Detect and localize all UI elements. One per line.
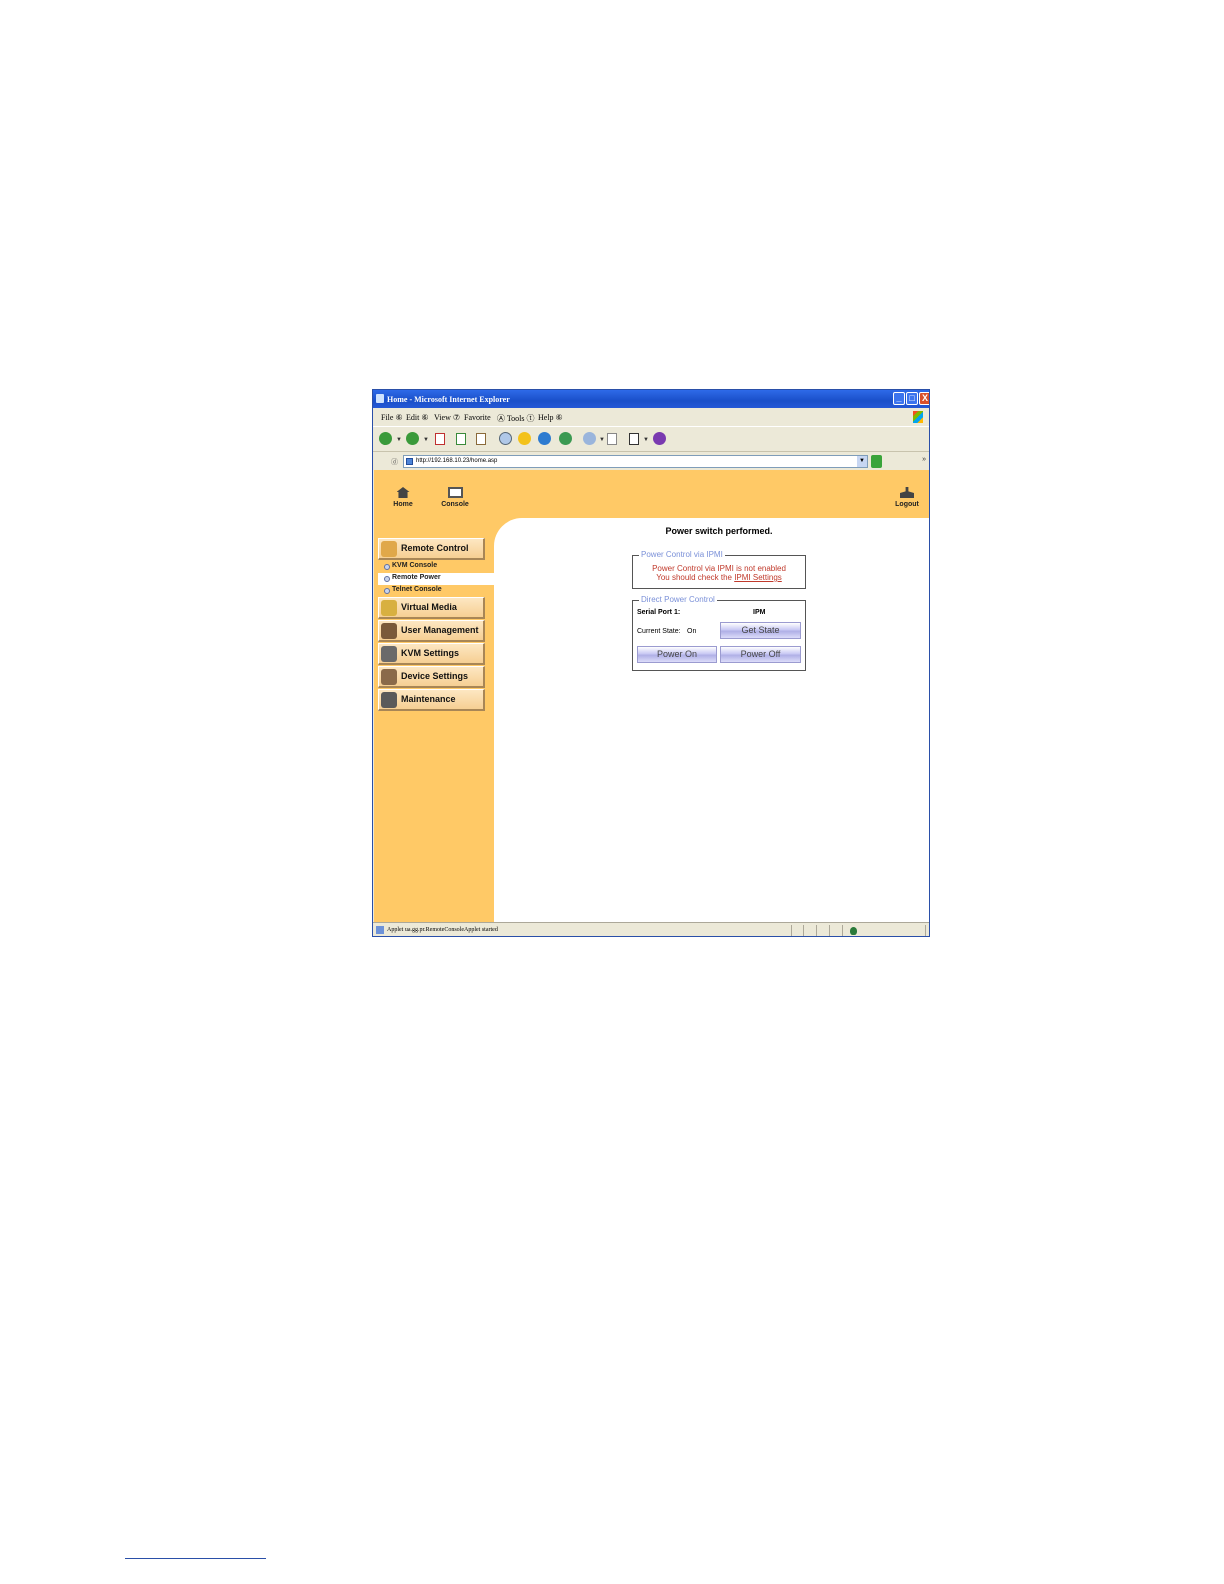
- menu-help[interactable]: Help ⑥: [538, 413, 563, 422]
- menu-tools[interactable]: Ⓐ Tools ⓣ: [497, 413, 535, 424]
- current-state-label: Current State:: [637, 628, 681, 635]
- refresh-icon[interactable]: [456, 433, 466, 445]
- direct-legend: Direct Power Control: [639, 595, 717, 604]
- serial-port-value: IPM: [753, 609, 766, 616]
- bullet-icon: [384, 588, 390, 594]
- browser-window: Home - Microsoft Internet Explorer _ □ X…: [372, 389, 930, 937]
- window-title: Home - Microsoft Internet Explorer: [387, 395, 510, 404]
- status-message: Power switch performed.: [665, 526, 773, 536]
- remote-control-button[interactable]: Remote Control: [378, 538, 485, 560]
- console-icon: [447, 487, 463, 498]
- console-nav[interactable]: Console: [438, 487, 472, 508]
- ipmi-hint-text: You should check the: [656, 573, 735, 582]
- title-bar: Home - Microsoft Internet Explorer _ □ X: [373, 390, 929, 408]
- home-nav[interactable]: Home: [389, 487, 417, 508]
- direct-power-box: Direct Power Control Serial Port 1: IPM …: [632, 595, 806, 671]
- virtual-media-button[interactable]: Virtual Media: [378, 597, 485, 619]
- kvm-settings-button[interactable]: KVM Settings: [378, 643, 485, 665]
- search-icon[interactable]: [499, 432, 512, 445]
- current-state-value: On: [687, 628, 697, 635]
- address-label: ⓓ: [391, 459, 398, 466]
- bullet-icon: [384, 576, 390, 582]
- print-icon[interactable]: [607, 433, 617, 445]
- history-icon[interactable]: [559, 432, 572, 445]
- serial-port-label: Serial Port 1:: [637, 609, 681, 616]
- edit-icon[interactable]: [629, 433, 639, 445]
- forward-icon[interactable]: [406, 432, 419, 445]
- menu-bar: File ⑥ Edit ⑥ View ⑦ Favorite Ⓐ Tools ⓣ …: [373, 410, 929, 424]
- get-state-button[interactable]: Get State: [720, 622, 801, 639]
- stop-icon[interactable]: [435, 433, 445, 445]
- power-on-button[interactable]: Power On: [637, 646, 717, 663]
- ipmi-hint: You should check the IPMI Settings: [633, 573, 805, 582]
- ipmi-legend: Power Control via IPMI: [639, 550, 725, 559]
- kvm-settings-icon: [381, 646, 397, 662]
- home-icon: [396, 487, 410, 498]
- page-icon: [406, 458, 413, 465]
- home-label: Home: [393, 501, 413, 508]
- logout-icon: [900, 487, 914, 498]
- menu-file[interactable]: File ⑥: [381, 413, 403, 422]
- toolbar: ▼ ▼ ▼ ▼: [373, 426, 929, 452]
- go-button[interactable]: [871, 455, 882, 468]
- remote-control-icon: [381, 541, 397, 557]
- applet-icon: [376, 926, 384, 934]
- sidebar-item-kvm-console[interactable]: KVM Console: [378, 561, 494, 573]
- virtual-media-icon: [381, 600, 397, 616]
- content-area: Power switch performed. Power Control vi…: [494, 518, 929, 922]
- ie-icon: [376, 394, 384, 403]
- sidebar-item-remote-power[interactable]: Remote Power: [378, 573, 494, 585]
- menu-view[interactable]: View ⑦: [434, 413, 460, 422]
- ipmi-settings-link[interactable]: IPMI Settings: [734, 573, 782, 582]
- maintenance-icon: [381, 692, 397, 708]
- address-bar: ⓓ http://192.168.10.23/home.asp ▼ »: [373, 452, 929, 470]
- device-settings-icon: [381, 669, 397, 685]
- media-icon[interactable]: [538, 432, 551, 445]
- menu-edit[interactable]: Edit ⑥: [406, 413, 429, 422]
- device-settings-button[interactable]: Device Settings: [378, 666, 485, 688]
- logout-nav[interactable]: Logout: [892, 487, 922, 508]
- web-page: Home Console Logout Remote Control KVM C…: [374, 470, 929, 922]
- toolbar-more[interactable]: »: [922, 456, 926, 463]
- sidebar-item-telnet-console[interactable]: Telnet Console: [378, 585, 494, 597]
- address-input[interactable]: http://192.168.10.23/home.asp ▼: [403, 455, 868, 468]
- console-label: Console: [441, 501, 469, 508]
- close-button[interactable]: X: [919, 392, 929, 405]
- logout-label: Logout: [895, 501, 919, 508]
- maximize-button[interactable]: □: [906, 392, 918, 405]
- ipmi-message: Power Control via IPMI is not enabled: [652, 564, 786, 573]
- address-url: http://192.168.10.23/home.asp: [416, 458, 498, 464]
- status-text: Applet ua.gg.pr.RemoteConsoleApplet star…: [387, 927, 498, 933]
- ipmi-power-box: Power Control via IPMI Power Control via…: [632, 550, 806, 589]
- address-dropdown-icon[interactable]: ▼: [857, 456, 867, 467]
- maintenance-button[interactable]: Maintenance: [378, 689, 485, 711]
- messenger-icon[interactable]: [653, 432, 666, 445]
- favorites-icon[interactable]: [518, 432, 531, 445]
- bullet-icon: [384, 564, 390, 570]
- status-bar: Applet ua.gg.pr.RemoteConsoleApplet star…: [373, 922, 929, 936]
- user-management-button[interactable]: User Management: [378, 620, 485, 642]
- mail-icon[interactable]: [583, 432, 596, 445]
- menu-favorite[interactable]: Favorite: [464, 413, 491, 422]
- user-management-icon: [381, 623, 397, 639]
- footnote-rule: [125, 1558, 266, 1559]
- minimize-button[interactable]: _: [893, 392, 905, 405]
- home-icon[interactable]: [476, 433, 486, 445]
- windows-logo-icon: [913, 411, 923, 423]
- security-zone-icon: [850, 927, 857, 935]
- back-icon[interactable]: [379, 432, 392, 445]
- power-off-button[interactable]: Power Off: [720, 646, 801, 663]
